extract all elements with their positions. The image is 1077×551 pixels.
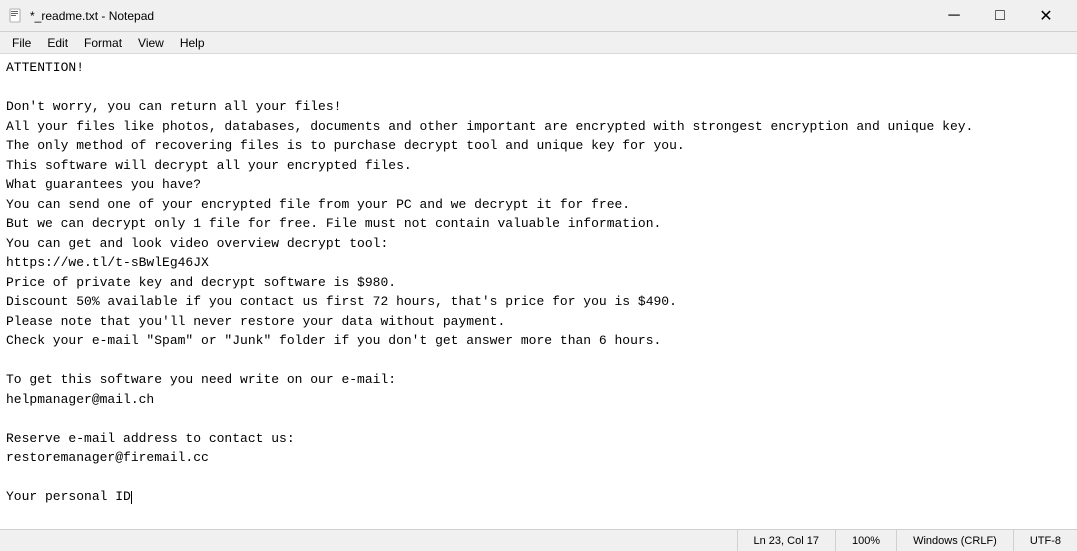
menu-edit[interactable]: Edit — [39, 32, 76, 53]
menu-format[interactable]: Format — [76, 32, 130, 53]
close-button[interactable]: ✕ — [1023, 0, 1069, 32]
minimize-button[interactable]: ─ — [931, 0, 977, 32]
encoding: UTF-8 — [1013, 530, 1077, 551]
menu-view[interactable]: View — [130, 32, 172, 53]
menu-file[interactable]: File — [4, 32, 39, 53]
line-ending: Windows (CRLF) — [896, 530, 1013, 551]
status-bar: Ln 23, Col 17 100% Windows (CRLF) UTF-8 — [0, 529, 1077, 551]
text-cursor — [131, 491, 132, 504]
title-bar: *_readme.txt - Notepad ─ □ ✕ — [0, 0, 1077, 32]
editor-container: ATTENTION! Don't worry, you can return a… — [0, 54, 1077, 529]
cursor-position: Ln 23, Col 17 — [737, 530, 835, 551]
app-icon — [8, 8, 24, 24]
text-editor[interactable]: ATTENTION! Don't worry, you can return a… — [0, 54, 1077, 529]
window-controls: ─ □ ✕ — [931, 0, 1069, 32]
menu-help[interactable]: Help — [172, 32, 213, 53]
window-title: *_readme.txt - Notepad — [30, 9, 931, 23]
maximize-button[interactable]: □ — [977, 0, 1023, 32]
menu-bar: File Edit Format View Help — [0, 32, 1077, 54]
zoom-level: 100% — [835, 530, 896, 551]
